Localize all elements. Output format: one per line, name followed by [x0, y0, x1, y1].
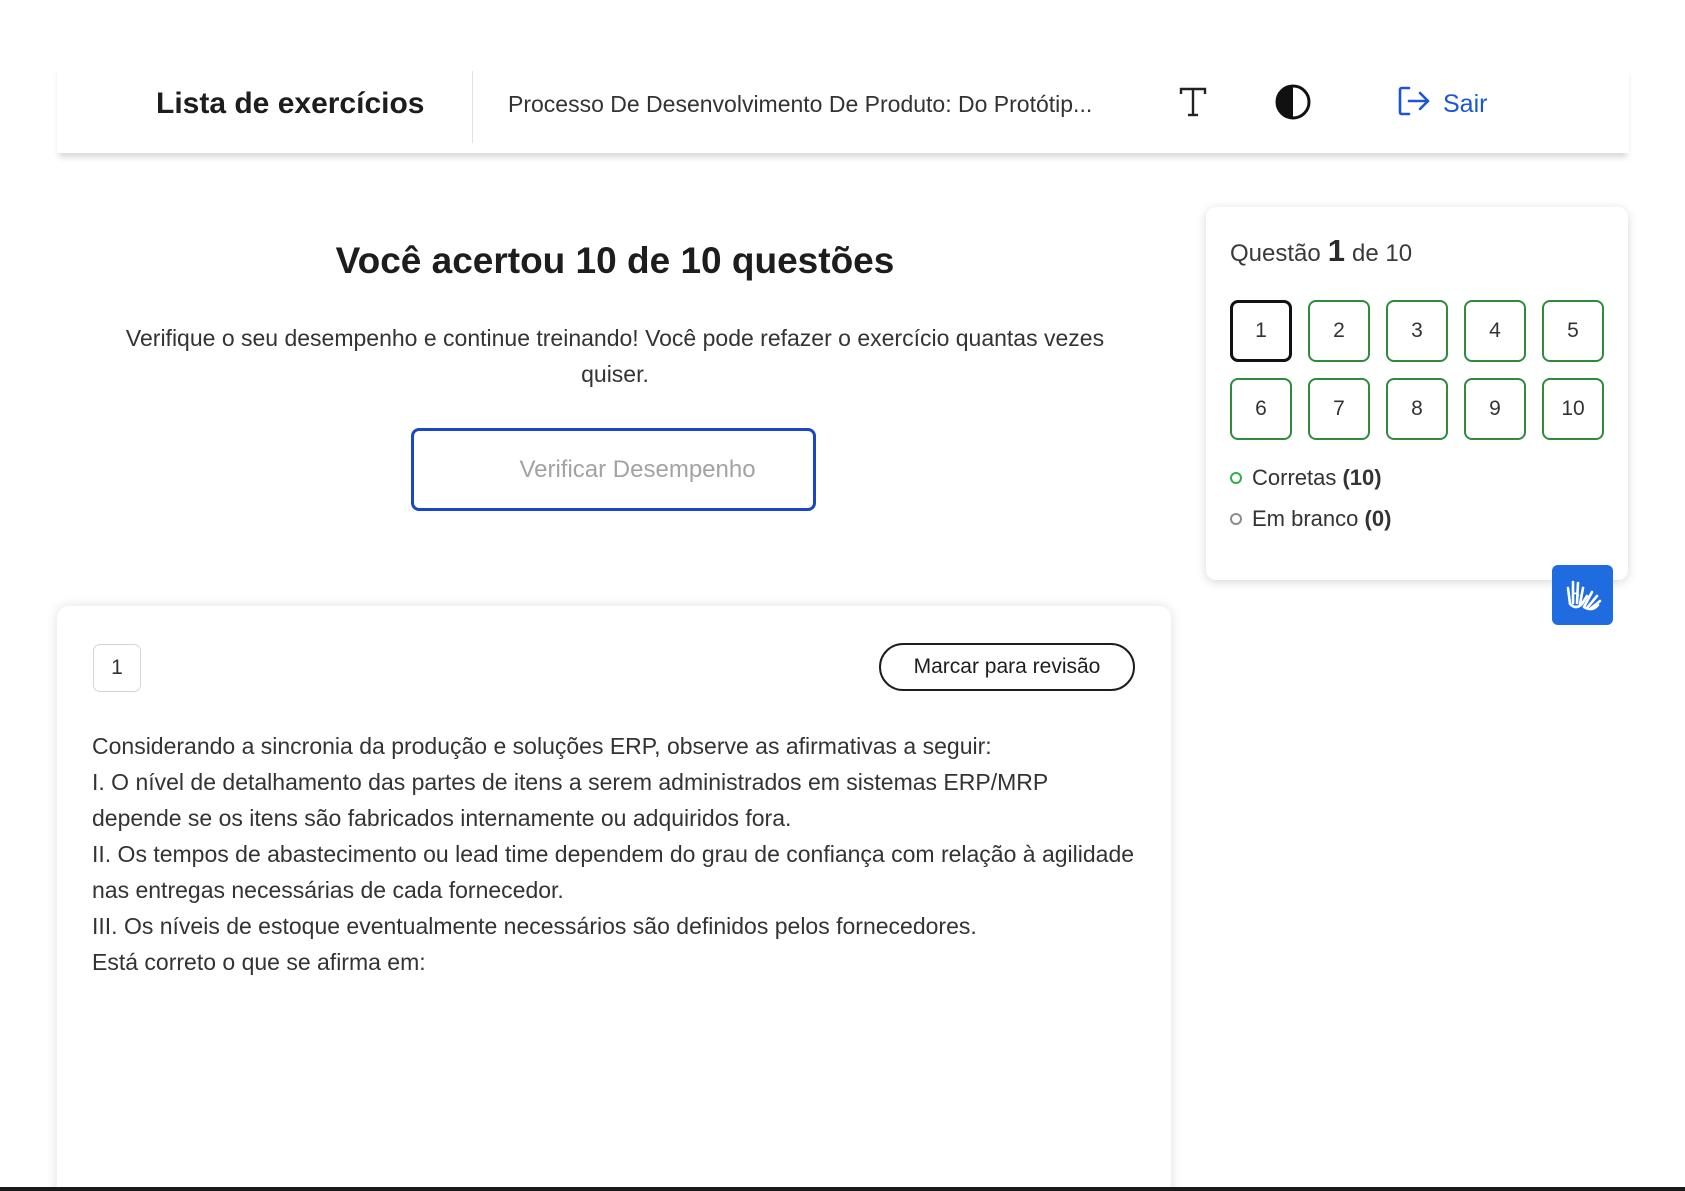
sign-language-button[interactable]	[1552, 565, 1613, 625]
question-button-4[interactable]: 4	[1464, 300, 1526, 362]
mark-for-review-button[interactable]: Marcar para revisão	[879, 643, 1135, 691]
question-grid: 1 2 3 4 5 6 7 8 9 10	[1230, 300, 1604, 440]
question-number-badge: 1	[93, 644, 141, 692]
question-statement-i: I. O nível de detalhamento das partes de…	[92, 769, 1048, 831]
blank-dot-icon	[1230, 513, 1242, 525]
question-button-3[interactable]: 3	[1386, 300, 1448, 362]
question-button-8[interactable]: 8	[1386, 378, 1448, 440]
blank-label: Em branco	[1252, 506, 1359, 531]
sign-language-hands-icon	[1562, 574, 1604, 617]
text-size-icon	[1178, 86, 1208, 123]
question-button-6[interactable]: 6	[1230, 378, 1292, 440]
question-button-9[interactable]: 9	[1464, 378, 1526, 440]
top-header: Lista de exercícios Processo De Desenvol…	[57, 65, 1629, 153]
question-intro: Considerando a sincronia da produção e s…	[92, 733, 992, 759]
legend-correct: Corretas (10)	[1230, 465, 1382, 491]
legend-blank-label: Em branco (0)	[1252, 506, 1391, 532]
question-button-5[interactable]: 5	[1542, 300, 1604, 362]
current-question-number: 1	[1327, 233, 1345, 268]
contrast-button[interactable]	[1271, 82, 1315, 126]
question-card: 1 Marcar para revisão Considerando a sin…	[57, 606, 1171, 1191]
question-button-7[interactable]: 7	[1308, 378, 1370, 440]
correct-label: Corretas	[1252, 465, 1337, 490]
question-button-2[interactable]: 2	[1308, 300, 1370, 362]
navigator-label: Questão	[1230, 240, 1321, 267]
result-title: Você acertou 10 de 10 questões	[335, 240, 895, 281]
navigator-header: Questão 1 de 10	[1230, 233, 1412, 269]
question-statement-iii: III. Os níveis de estoque eventualmente …	[92, 913, 977, 939]
result-description: Verifique o seu desempenho e continue tr…	[125, 325, 1105, 387]
page: Lista de exercícios Processo De Desenvol…	[0, 0, 1685, 1191]
legend-blank: Em branco (0)	[1230, 506, 1391, 532]
font-size-button[interactable]	[1171, 82, 1215, 126]
logout-icon	[1397, 85, 1431, 124]
question-prompt: Está correto o que se afirma em:	[92, 949, 426, 975]
legend-correct-label: Corretas (10)	[1252, 465, 1382, 491]
logout-label: Sair	[1443, 89, 1488, 118]
navigator-total: de 10	[1351, 240, 1413, 267]
correct-dot-icon	[1230, 472, 1242, 484]
verify-performance-button[interactable]: Verificar Desempenho	[411, 428, 816, 511]
blank-count: (0)	[1364, 506, 1392, 531]
question-navigator: Questão 1 de 10 1 2 3 4 5 6 7 8 9 10 Cor…	[1206, 207, 1628, 580]
page-title: Lista de exercícios	[156, 87, 425, 120]
question-statement: Considerando a sincronia da produção e s…	[92, 728, 1142, 980]
header-divider	[472, 71, 473, 143]
question-button-1[interactable]: 1	[1230, 300, 1292, 362]
correct-count: (10)	[1342, 465, 1382, 490]
contrast-icon	[1274, 83, 1312, 126]
question-statement-ii: II. Os tempos de abastecimento ou lead t…	[92, 841, 1135, 903]
course-title: Processo De Desenvolvimento De Produto: …	[508, 91, 1093, 117]
logout-button[interactable]: Sair	[1397, 82, 1487, 126]
bottom-edge-bar	[0, 1187, 1685, 1191]
question-button-10[interactable]: 10	[1542, 378, 1604, 440]
